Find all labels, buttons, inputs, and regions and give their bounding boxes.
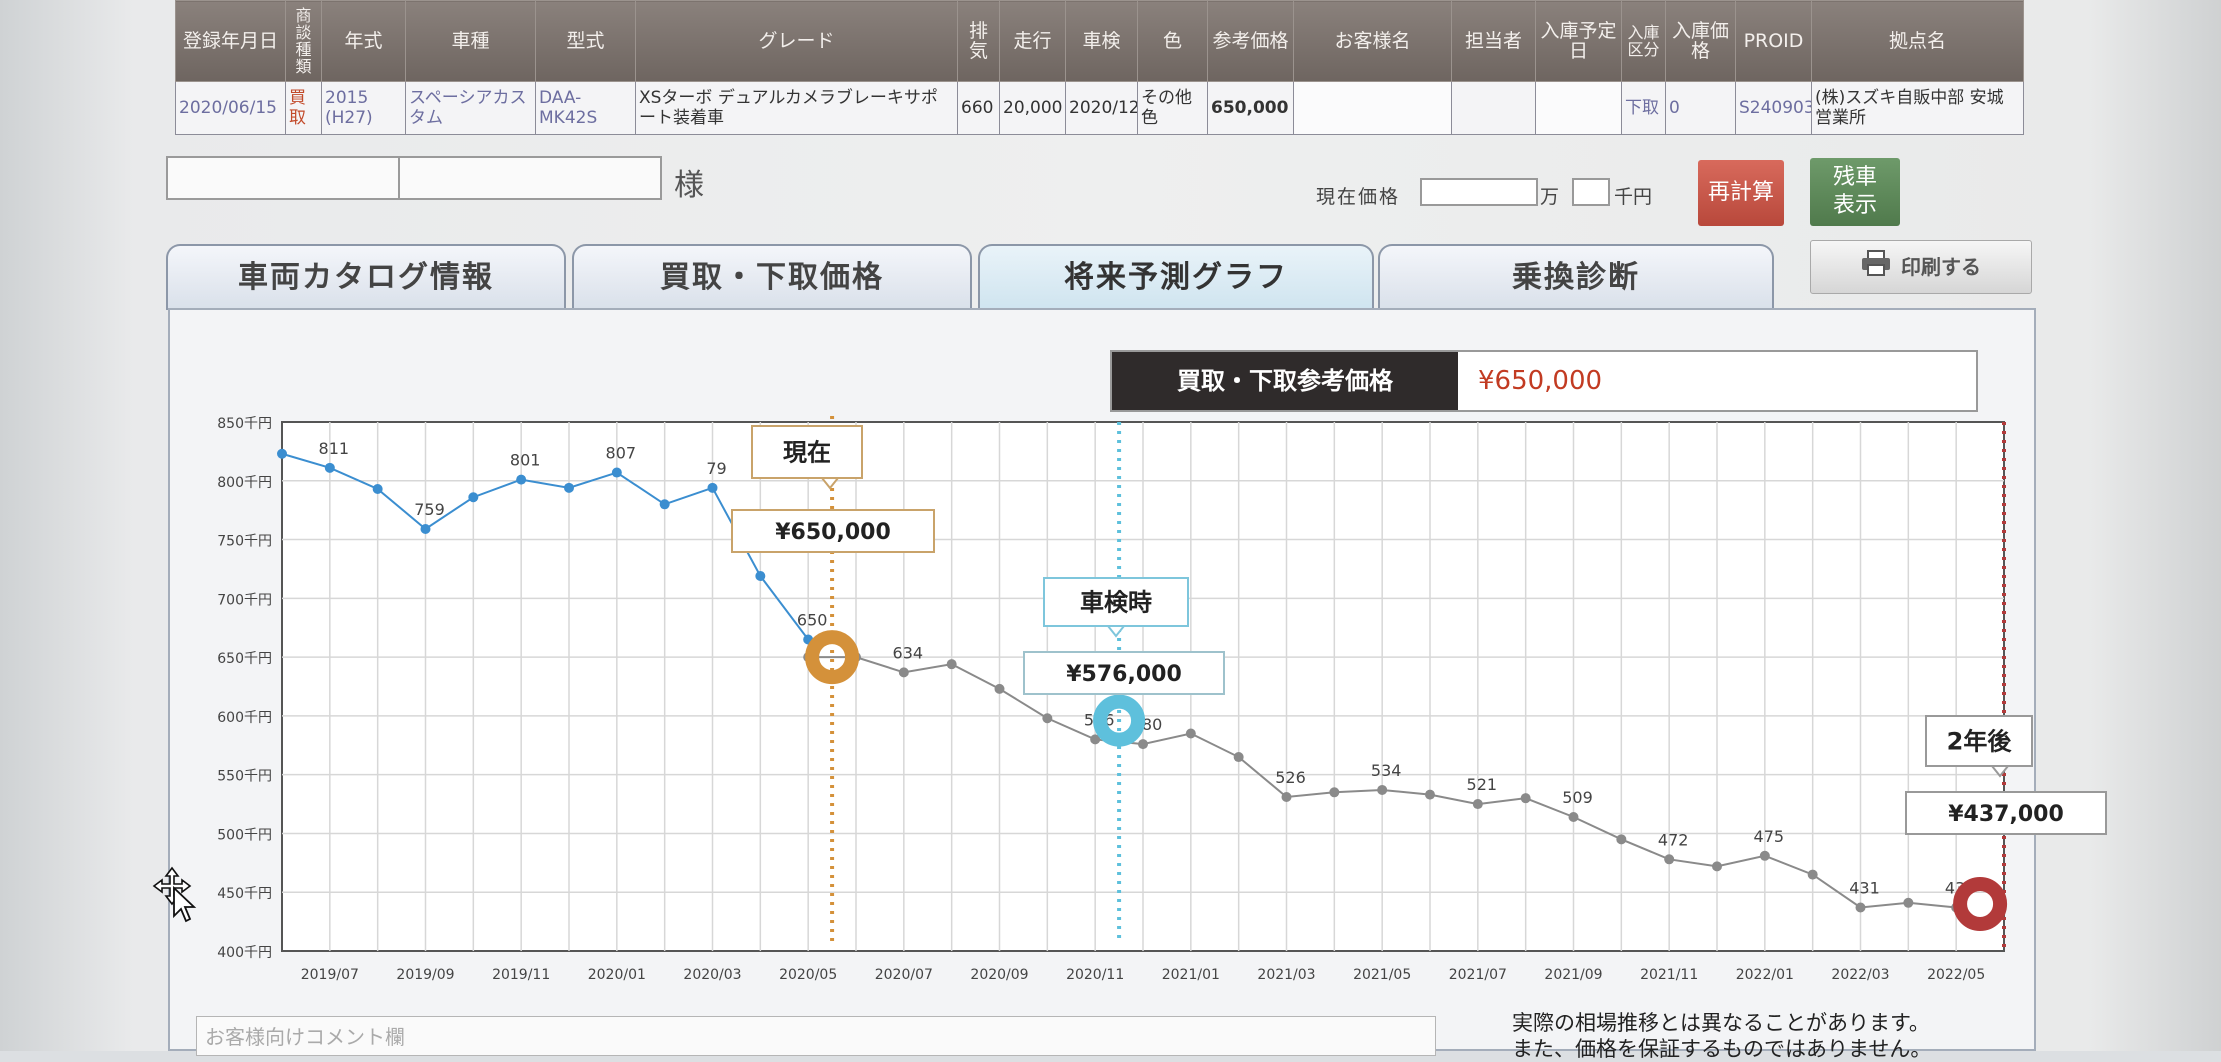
shaken-value-callout: ¥576,000 (1023, 651, 1225, 695)
data-label: 521 (1467, 775, 1498, 794)
forecast-point (1042, 713, 1053, 724)
data-label: 475 (1754, 827, 1785, 846)
forecast-point (1664, 854, 1675, 865)
comment-field[interactable]: お客様向けコメント欄 (196, 1016, 1436, 1056)
forecast-point (1281, 792, 1292, 803)
x-tick-label: 2019/09 (396, 967, 454, 983)
data-label: 801 (510, 451, 541, 470)
y-tick-label: 400千円 (217, 945, 272, 961)
history-point (468, 492, 479, 503)
x-tick-label: 2020/09 (970, 967, 1028, 983)
now-title-callout: 現在 (751, 425, 863, 490)
history-point (611, 467, 622, 478)
data-label: 807 (606, 444, 637, 463)
history-point (324, 462, 335, 473)
forecast-point (1903, 897, 1914, 908)
now-title-callout-text: 現在 (783, 439, 831, 467)
future-value-callout-text: ¥437,000 (1948, 802, 2064, 827)
x-tick-label: 2021/01 (1162, 967, 1220, 983)
history-point (277, 448, 287, 459)
data-label: 526 (1275, 768, 1306, 787)
y-tick-label: 800千円 (217, 475, 272, 491)
x-tick-label: 2021/09 (1544, 967, 1602, 983)
forecast-point (1616, 834, 1627, 845)
forecast-point (1425, 789, 1435, 800)
x-tick-label: 2021/11 (1640, 967, 1698, 983)
x-tick-label: 2019/11 (492, 967, 550, 983)
forecast-point (994, 683, 1005, 694)
y-tick-label: 850千円 (217, 416, 272, 432)
move-cursor-icon (152, 866, 198, 928)
forecast-point (898, 667, 909, 678)
disclaimer-note: 実際の相場推移とは異なることがあります。 また、価格を保証するものではありません… (1512, 1010, 1931, 1062)
forecast-point (1807, 869, 1818, 880)
forecast-point (1233, 752, 1244, 763)
shaken-value-callout-text: ¥576,000 (1066, 662, 1182, 687)
x-tick-label: 2020/03 (683, 967, 741, 983)
data-label: 650 (797, 610, 828, 629)
forecast-point (1520, 793, 1531, 804)
forecast-point (1759, 850, 1770, 861)
y-tick-label: 500千円 (217, 827, 272, 843)
x-tick-label: 2020/05 (779, 967, 837, 983)
future-value-callout: ¥437,000 (1905, 791, 2107, 835)
y-tick-label: 650千円 (217, 651, 272, 667)
history-point (755, 570, 766, 581)
history-point (372, 484, 383, 495)
forecast-point (1568, 811, 1579, 822)
x-tick-label: 2022/03 (1831, 967, 1889, 983)
data-label: 79 (706, 459, 726, 478)
x-tick-label: 2021/05 (1353, 967, 1411, 983)
data-label: 472 (1658, 830, 1689, 849)
screen: 登録年月日 商談種類 年式 車種 型式 グレード 排気 走行 車検 色 参考価格… (0, 0, 2221, 1061)
data-label: 534 (1371, 761, 1402, 780)
data-label: 634 (893, 643, 924, 662)
now-value-callout: ¥650,000 (731, 509, 935, 553)
y-tick-label: 450千円 (217, 886, 272, 902)
x-tick-label: 2020/01 (588, 967, 646, 983)
data-label: 431 (1849, 879, 1880, 898)
x-tick-label: 2021/07 (1449, 967, 1507, 983)
forecast-point (1472, 799, 1483, 810)
x-tick-label: 2022/01 (1736, 967, 1794, 983)
future-title-callout-text: 2年後 (1947, 728, 2013, 756)
shaken-title-callout-text: 車検時 (1080, 589, 1152, 617)
x-tick-label: 2021/03 (1257, 967, 1315, 983)
y-tick-label: 600千円 (217, 710, 272, 726)
forecast-point (1329, 787, 1340, 798)
forecast-point (1855, 902, 1866, 913)
y-tick-label: 700千円 (217, 592, 272, 608)
x-tick-label: 2022/05 (1927, 967, 1985, 983)
x-tick-label: 2020/07 (875, 967, 933, 983)
now-value-callout-text: ¥650,000 (775, 520, 891, 545)
data-label: 811 (319, 439, 350, 458)
disclaimer-line-1: 実際の相場推移とは異なることがあります。 (1512, 1011, 1930, 1035)
y-tick-label: 750千円 (217, 534, 272, 550)
history-point (420, 523, 431, 534)
x-tick-label: 2019/07 (301, 967, 359, 983)
forecast-point (946, 659, 957, 670)
x-tick-label: 2020/11 (1066, 967, 1124, 983)
future-title-callout: 2年後 (1925, 715, 2033, 778)
history-point (659, 499, 670, 510)
forecast-point (1185, 728, 1196, 739)
disclaimer-line-2: また、価格を保証するものではありません。 (1512, 1037, 1932, 1061)
forecast-point (1377, 784, 1388, 795)
data-label: 509 (1562, 788, 1593, 807)
forecast-chart: 400千円 450千円 500千円 550千円 600千円 650千円 700千円 750千円… (217, 416, 2107, 983)
history-point (707, 482, 718, 493)
forecast-point (1138, 739, 1148, 750)
y-tick-label: 550千円 (217, 769, 272, 785)
history-point (516, 474, 527, 485)
forecast-point (1712, 861, 1722, 872)
history-point (564, 482, 574, 493)
data-label: 759 (414, 500, 445, 519)
